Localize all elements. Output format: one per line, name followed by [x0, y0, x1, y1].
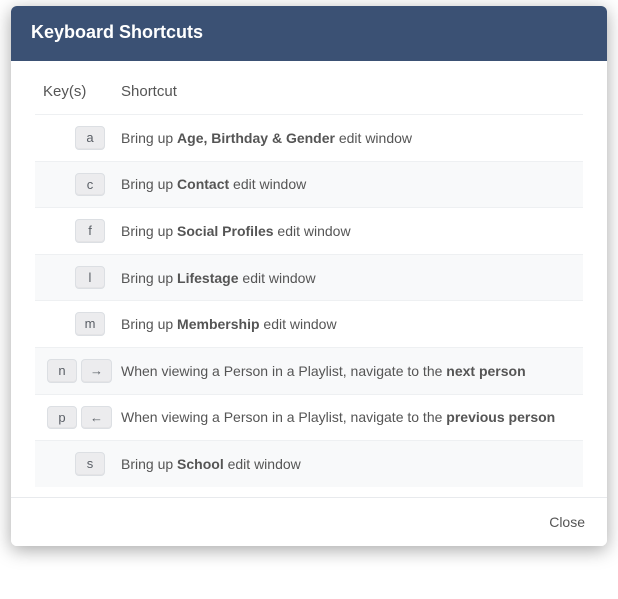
keyboard-shortcuts-dialog: Keyboard Shortcuts Key(s) Shortcut a Brin… — [11, 6, 607, 546]
key-badge: ← — [81, 406, 112, 430]
keys-cell: f — [35, 208, 113, 255]
dialog-title: Keyboard Shortcuts — [11, 6, 607, 61]
desc-bold: Age, Birthday & Gender — [177, 130, 335, 146]
shortcut-description: Bring up School edit window — [113, 441, 583, 487]
desc-after: edit window — [224, 456, 301, 472]
col-header-keys: Key(s) — [35, 83, 113, 115]
table-row: s Bring up School edit window — [35, 441, 583, 487]
desc-before: Bring up — [121, 316, 177, 332]
desc-before: Bring up — [121, 130, 177, 146]
key-badge: → — [81, 359, 112, 383]
desc-bold: School — [177, 456, 224, 472]
dialog-body: Key(s) Shortcut a Bring up Age, Birthday … — [11, 61, 607, 497]
shortcut-description: Bring up Social Profiles edit window — [113, 208, 583, 255]
desc-bold: Social Profiles — [177, 223, 273, 239]
desc-bold: Contact — [177, 176, 229, 192]
close-button[interactable]: Close — [549, 514, 585, 530]
key-badge: l — [75, 266, 105, 290]
table-row: n→ When viewing a Person in a Playlist, n… — [35, 347, 583, 394]
desc-after: edit window — [239, 270, 316, 286]
key-badge: s — [75, 452, 105, 476]
keys-cell: m — [35, 301, 113, 348]
desc-before: Bring up — [121, 456, 177, 472]
key-badge: f — [75, 219, 105, 243]
desc-after: edit window — [229, 176, 306, 192]
table-row: p← When viewing a Person in a Playlist, n… — [35, 394, 583, 441]
shortcut-description: Bring up Lifestage edit window — [113, 254, 583, 301]
desc-after: edit window — [260, 316, 337, 332]
desc-bold: Membership — [177, 316, 259, 332]
keys-cell: s — [35, 441, 113, 487]
shortcut-description: Bring up Membership edit window — [113, 301, 583, 348]
desc-before: Bring up — [121, 223, 177, 239]
shortcut-description: Bring up Contact edit window — [113, 161, 583, 208]
shortcut-description: Bring up Age, Birthday & Gender edit win… — [113, 115, 583, 162]
desc-after: edit window — [274, 223, 351, 239]
key-badge: p — [47, 406, 77, 430]
keys-cell: n→ — [35, 347, 113, 394]
table-row: l Bring up Lifestage edit window — [35, 254, 583, 301]
dialog-footer: Close — [11, 497, 607, 546]
keys-cell: a — [35, 115, 113, 162]
desc-before: Bring up — [121, 270, 177, 286]
table-row: a Bring up Age, Birthday & Gender edit wi… — [35, 115, 583, 162]
shortcuts-table: Key(s) Shortcut a Bring up Age, Birthday … — [35, 83, 583, 487]
keys-cell: l — [35, 254, 113, 301]
keys-cell: c — [35, 161, 113, 208]
desc-before: When viewing a Person in a Playlist, nav… — [121, 409, 446, 425]
table-row: c Bring up Contact edit window — [35, 161, 583, 208]
table-row: m Bring up Membership edit window — [35, 301, 583, 348]
key-badge: c — [75, 173, 105, 197]
key-badge: a — [75, 126, 105, 150]
key-badge: n — [47, 359, 77, 383]
shortcut-description: When viewing a Person in a Playlist, nav… — [113, 347, 583, 394]
desc-bold: previous person — [446, 409, 555, 425]
keys-cell: p← — [35, 394, 113, 441]
desc-after: edit window — [335, 130, 412, 146]
desc-before: When viewing a Person in a Playlist, nav… — [121, 363, 446, 379]
desc-bold: next person — [446, 363, 525, 379]
desc-before: Bring up — [121, 176, 177, 192]
table-row: f Bring up Social Profiles edit window — [35, 208, 583, 255]
key-badge: m — [75, 312, 105, 336]
shortcut-description: When viewing a Person in a Playlist, nav… — [113, 394, 583, 441]
col-header-shortcut: Shortcut — [113, 83, 583, 115]
desc-bold: Lifestage — [177, 270, 238, 286]
